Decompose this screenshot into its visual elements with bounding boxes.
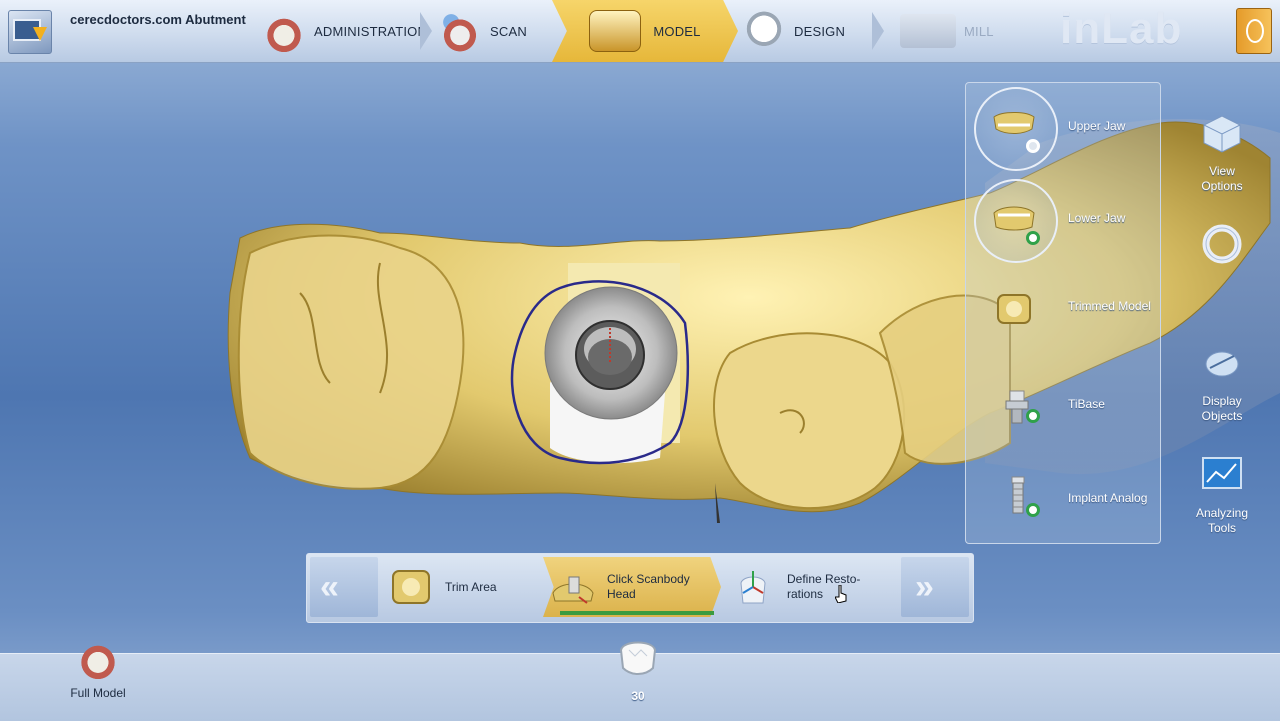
case-browser-icon[interactable] [8,10,52,54]
cube-icon [1203,115,1241,153]
crown-icon [742,9,786,53]
inlab-logo: inLab [1060,4,1183,53]
double-chevron-right-icon: » [915,568,934,606]
full-model-button[interactable]: Full Model [62,636,134,700]
rotate-ring-icon [1202,224,1242,264]
step-trim-area[interactable]: Trim Area [381,557,547,617]
scanner-jaw-icon [438,9,482,53]
display-objects-button[interactable]: Display Objects [1190,342,1254,424]
milling-machine-icon [900,14,956,48]
phase-administration[interactable]: ADMINISTRATION [262,0,427,62]
case-title: cerecdoctors.com Abutment [70,12,246,27]
define-restoration-icon [740,571,766,604]
jaw-icon [262,9,306,53]
trim-area-icon [392,570,430,604]
upper-jaw-icon [993,112,1035,134]
molar-left [237,234,465,490]
double-chevron-left-icon: « [320,568,339,606]
object-visibility-panel: Upper Jaw Lower Jaw Trimmed Model TiBase [965,82,1161,544]
step-define-restorations[interactable]: Define Resto- rations [723,557,899,617]
visibility-toggle-icon[interactable] [1026,231,1040,245]
visibility-toggle-icon[interactable] [1026,503,1040,517]
display-objects-icon [1205,351,1239,377]
top-phase-bar: cerecdoctors.com Abutment ADMINISTRATION… [0,0,1280,63]
step-progress-bar [560,611,714,615]
tooth-selector[interactable]: 30 [610,636,666,703]
next-step-button[interactable]: » [901,557,969,617]
analyzing-tools-button[interactable]: Analyzing Tools [1190,454,1254,536]
jaw-icon [76,636,120,680]
object-upper-jaw[interactable]: Upper Jaw [974,87,1154,171]
phase-mill: MILL [900,0,994,62]
phase-separator-icon [420,12,432,50]
phase-separator-icon [872,12,884,50]
monitor-chart-icon [1202,457,1242,489]
visibility-toggle-icon[interactable] [1026,409,1040,423]
object-lower-jaw[interactable]: Lower Jaw [974,179,1154,263]
visibility-toggle-icon[interactable] [1026,139,1040,153]
object-trimmed-model[interactable]: Trimmed Model [974,271,1154,351]
step-click-scanbody-head[interactable]: Click Scanbody Head [543,557,721,617]
phase-model[interactable]: MODEL [552,0,738,62]
molar-right [713,332,906,510]
trimmed-model-icon [997,294,1031,324]
phase-scan[interactable]: SCAN [438,0,527,62]
phase-design[interactable]: DESIGN [742,0,845,62]
tooth-icon [619,641,657,675]
help-book-icon[interactable] [1236,8,1272,54]
scanbody-icon [552,576,594,604]
object-implant-analog[interactable]: Implant Analog [974,467,1154,547]
view-options-button[interactable]: View Options [1190,112,1254,194]
model-icon [589,10,642,52]
hand-cursor-icon [835,585,847,603]
object-tibase[interactable]: TiBase [974,373,1154,453]
lower-jaw-icon [993,206,1035,231]
previous-step-button[interactable]: « [310,557,378,617]
rotate-view-button[interactable] [1190,222,1254,274]
